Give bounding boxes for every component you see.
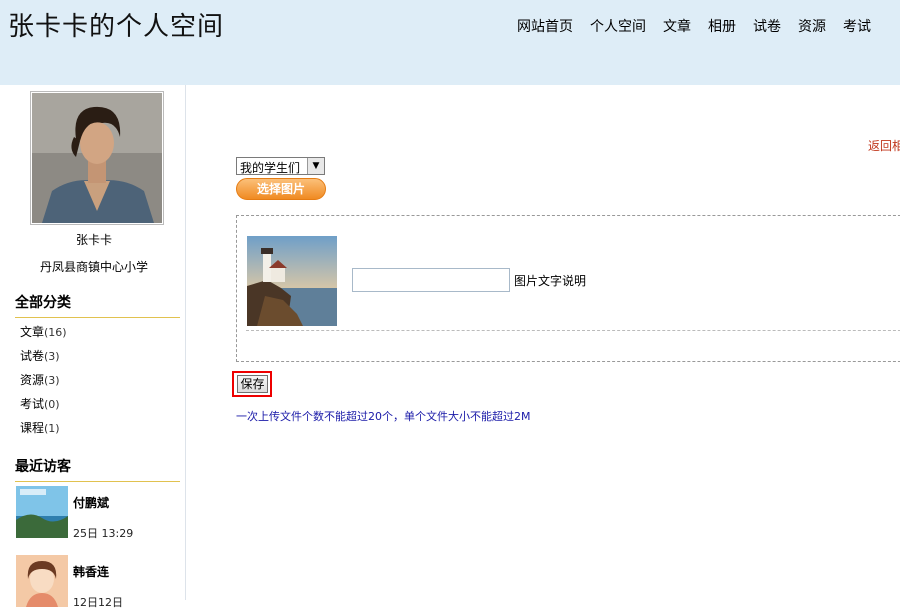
category-item-articles[interactable]: 文章(16): [20, 323, 67, 347]
sidebar: 张卡卡 丹凤县商镇中心小学 全部分类 文章(16) 试卷(3) 资源(3) 考试…: [6, 85, 186, 609]
profile-name[interactable]: 张卡卡: [6, 231, 182, 248]
category-count: (16): [44, 326, 67, 339]
nav-albums[interactable]: 相册: [708, 16, 736, 36]
main-nav: 网站首页 个人空间 文章 相册 试卷 资源 考试: [517, 16, 888, 36]
category-label: 文章: [20, 325, 45, 339]
album-select-value: 我的学生们: [240, 161, 301, 175]
save-button[interactable]: 保存: [237, 375, 268, 393]
avatar[interactable]: [30, 91, 164, 225]
category-count: (1): [44, 422, 60, 435]
header: 张卡卡的个人空间 网站首页 个人空间 文章 相册 试卷 资源 考试: [0, 0, 900, 85]
album-select[interactable]: 我的学生们 ▼: [236, 157, 325, 175]
upload-limit-notice: 一次上传文件个数不能超过20个，单个文件大小不能超过2M: [236, 410, 531, 423]
divider: [246, 330, 900, 331]
visitor-time: 12日12日: [73, 596, 123, 609]
visitors-heading: 最近访客: [15, 456, 180, 482]
category-count: (3): [44, 374, 60, 387]
visitor-time: 25日 13:29: [73, 527, 134, 540]
category-list: 文章(16) 试卷(3) 资源(3) 考试(0) 课程(1): [20, 323, 67, 443]
avatar-image: [32, 93, 162, 223]
nav-papers[interactable]: 试卷: [753, 16, 781, 36]
nav-resources[interactable]: 资源: [798, 16, 826, 36]
visitor-item: 韩香连 12日12日: [16, 555, 186, 609]
category-count: (3): [44, 350, 60, 363]
category-label: 考试: [20, 397, 45, 411]
image-caption-label: 图片文字说明: [514, 274, 587, 288]
nav-articles[interactable]: 文章: [663, 16, 691, 36]
category-item-resources[interactable]: 资源(3): [20, 371, 67, 395]
visitor-name[interactable]: 付鹏斌: [73, 494, 109, 511]
profile-school: 丹凤县商镇中心小学: [39, 260, 148, 274]
back-to-album-link[interactable]: 返回相: [868, 137, 900, 154]
category-item-courses[interactable]: 课程(1): [20, 419, 67, 443]
nav-exams[interactable]: 考试: [843, 16, 871, 36]
uploaded-photo-thumbnail: [247, 236, 337, 326]
category-count: (0): [44, 398, 60, 411]
categories-heading: 全部分类: [15, 292, 180, 318]
category-label: 课程: [20, 421, 45, 435]
visitor-item: 付鹏斌 25日 13:29: [16, 486, 186, 540]
visitor-name[interactable]: 韩香连: [73, 563, 109, 580]
site-title: 张卡卡的个人空间: [8, 12, 225, 42]
image-caption-input[interactable]: [352, 268, 510, 292]
category-label: 试卷: [20, 349, 45, 363]
category-item-papers[interactable]: 试卷(3): [20, 347, 67, 371]
visitor-avatar[interactable]: [16, 486, 68, 538]
visitor-avatar[interactable]: [16, 555, 68, 607]
category-item-exams[interactable]: 考试(0): [20, 395, 67, 419]
chevron-down-icon[interactable]: ▼: [307, 158, 324, 174]
nav-home[interactable]: 网站首页: [517, 16, 573, 36]
select-image-button[interactable]: 选择图片: [236, 178, 326, 200]
nav-personal-space[interactable]: 个人空间: [590, 16, 646, 36]
category-label: 资源: [20, 373, 45, 387]
